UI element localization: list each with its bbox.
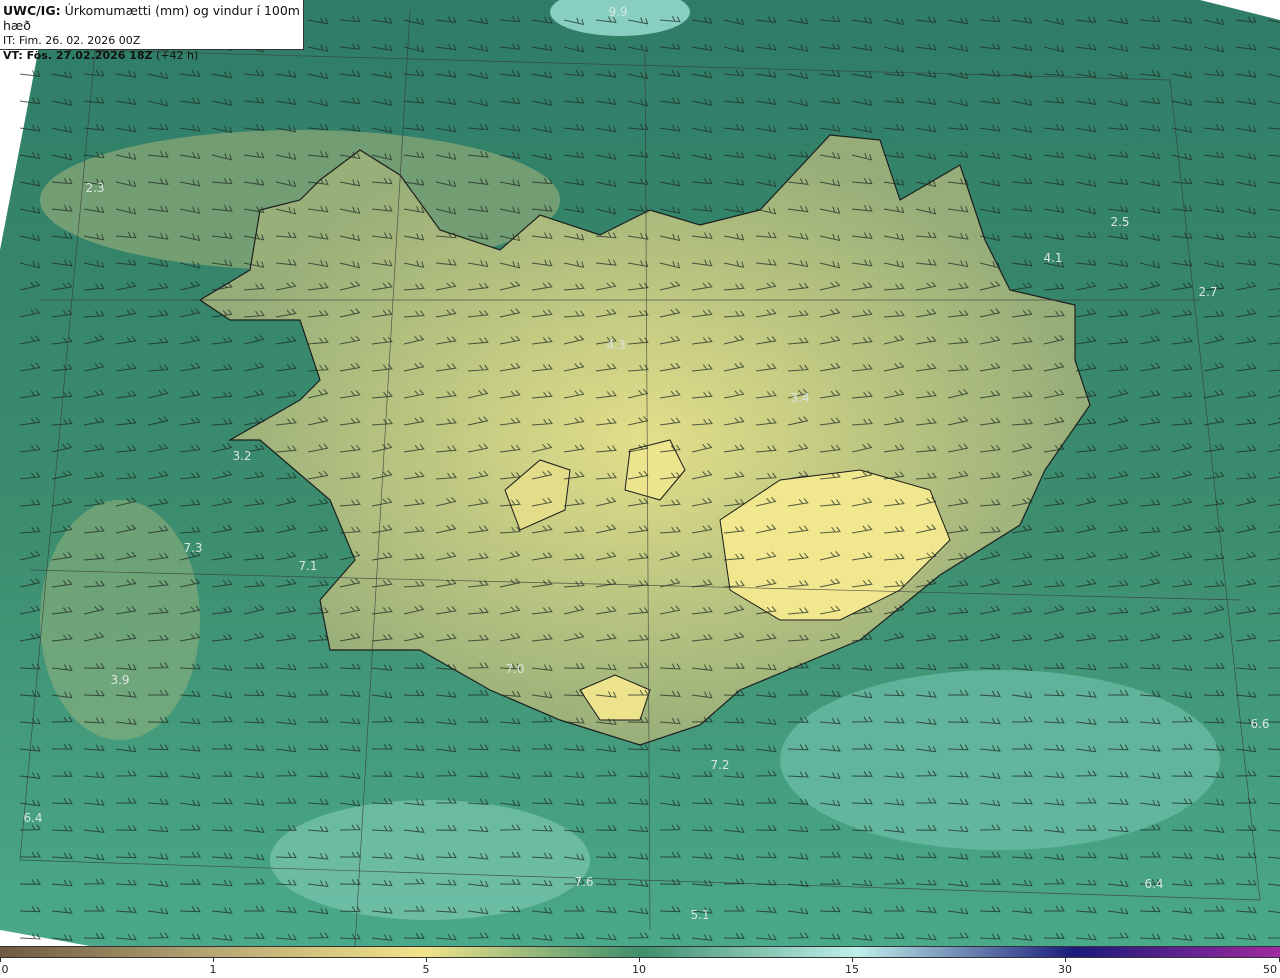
value-label: 7.3 [183,541,203,555]
model-prefix: UWC/IG: [3,3,61,18]
value-label: 6.6 [1250,717,1270,731]
map-title-box: UWC/IG: Úrkomumætti (mm) og vindur í 100… [0,0,304,62]
cb-tick-label: 30 [1058,963,1072,976]
cb-tick-mark [213,958,214,962]
value-label: 7.0 [505,662,525,676]
value-label: 6.4 [1144,877,1164,891]
value-label: 6.4 [23,811,43,825]
cb-tick-label: 50 [1263,963,1277,976]
cb-tick-mark [0,958,1,962]
precipitation-map: 9.9 2.3 2.5 4.1 2.7 4.3 3.4 3.2 7.3 7.1 … [0,0,1280,946]
cb-tick-label: 15 [845,963,859,976]
valid-time: VT: Fös. 27.02.2026 18Z (+42 h) [3,48,303,63]
cb-tick-mark [639,958,640,962]
value-label: 5.1 [690,908,710,922]
cb-tick-mark [426,958,427,962]
valid-time-date: VT: Fös. 27.02.2026 18Z [3,49,153,62]
value-label: 7.2 [710,758,730,772]
forecast-hour: (+42 h) [152,49,199,62]
value-label: 7.6 [574,875,594,889]
colorbar [0,946,1280,958]
cb-tick-mark [852,958,853,962]
value-label: 4.3 [606,338,626,352]
value-label: 3.9 [110,673,130,687]
value-label: 9.9 [608,5,628,19]
map-canvas [0,0,1280,946]
value-label: 7.1 [298,559,318,573]
value-label: 3.4 [790,391,810,405]
value-label: 2.7 [1198,285,1218,299]
cb-tick-mark [1065,958,1066,962]
cb-tick-label: 1 [209,963,217,976]
init-time: IT: Fim. 26. 02. 2026 00Z [3,34,141,47]
value-label: 3.2 [232,449,252,463]
cb-tick-label: 10 [632,963,646,976]
cb-tick-label: 5 [422,963,430,976]
value-label: 2.3 [85,181,105,195]
value-label: 4.1 [1043,251,1063,265]
colorbar-ticks: 0 1 5 10 15 30 50 [0,958,1280,978]
cb-tick-label: 0 [1,963,9,976]
value-label: 2.5 [1110,215,1130,229]
map-title: UWC/IG: Úrkomumætti (mm) og vindur í 100… [3,3,303,33]
